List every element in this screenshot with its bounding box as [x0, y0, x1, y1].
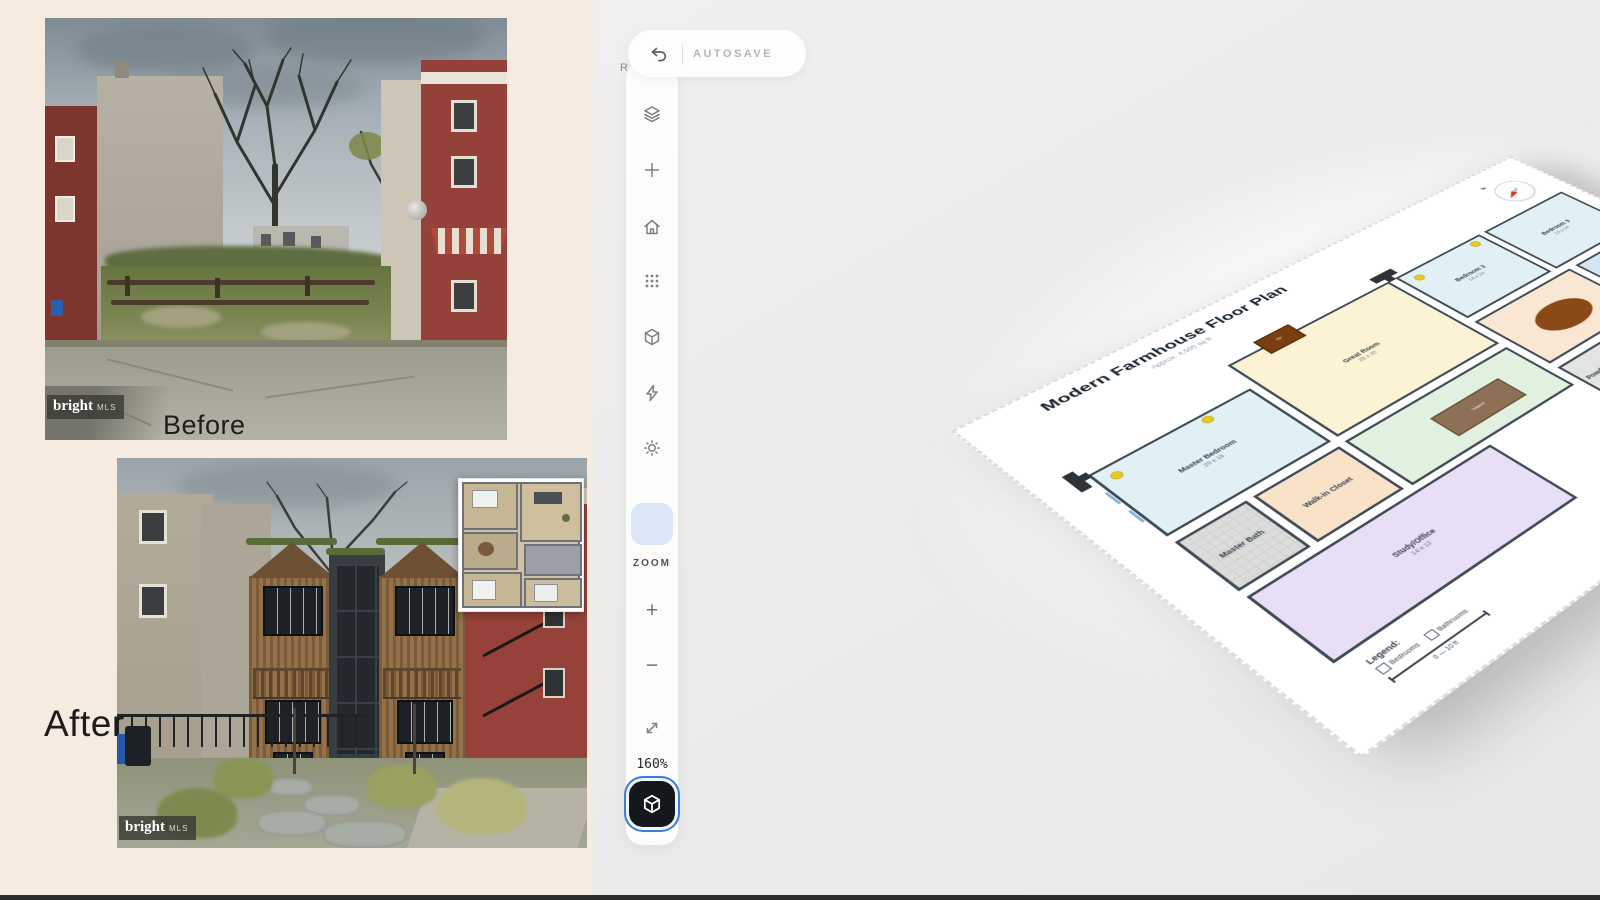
fence-post — [305, 276, 310, 296]
after-photo[interactable]: bright MLS — [117, 458, 587, 848]
flagstone — [323, 820, 407, 848]
flagstone — [267, 778, 313, 796]
dining-table — [1524, 292, 1600, 337]
effects-button[interactable] — [634, 375, 670, 411]
chimney — [1369, 269, 1398, 284]
app-window: bright MLS Before — [0, 0, 1600, 900]
right-brick-building — [421, 60, 507, 386]
watermark-suffix: MLS — [169, 824, 188, 833]
flagstone — [257, 810, 327, 836]
sapling — [293, 708, 296, 774]
inset-floorplan-image[interactable] — [458, 478, 584, 612]
layers-button[interactable] — [634, 96, 670, 132]
flash-icon — [642, 383, 662, 403]
trash-bin — [125, 726, 151, 766]
before-label: Before — [163, 410, 246, 440]
satellite-dish — [407, 200, 427, 220]
before-photo[interactable]: bright MLS Before — [45, 18, 507, 440]
blue-bin — [51, 300, 63, 316]
3d-view-toggle-button[interactable] — [629, 781, 675, 827]
3d-object-button[interactable] — [634, 319, 670, 355]
watermark-suffix: MLS — [97, 403, 116, 412]
brightness-icon — [642, 438, 662, 458]
room-name: Master Bedroom — [1177, 439, 1239, 475]
design-canvas[interactable]: Modern Farmhouse Floor Plan Approx. 4,50… — [593, 0, 1600, 900]
room-name: Walk-in Closet — [1301, 476, 1355, 509]
townhouse-left — [249, 576, 335, 788]
fit-screen-button[interactable] — [634, 710, 670, 746]
reference-panel: bright MLS Before — [0, 0, 593, 900]
apps-grid-icon — [642, 271, 662, 291]
tool-sidebar: ZOOM + − 160% — [626, 62, 678, 845]
cube-icon — [641, 793, 663, 815]
chimney — [1383, 275, 1396, 282]
undo-button[interactable] — [642, 37, 676, 71]
fence-rail — [107, 280, 375, 285]
sapling — [413, 704, 416, 774]
watermark-brand: bright — [53, 398, 93, 415]
apps-button[interactable] — [634, 263, 670, 299]
compass-needle — [1508, 183, 1522, 198]
fence-rail — [111, 300, 369, 305]
inset-floorplan-rooms — [464, 484, 578, 606]
home-button[interactable] — [634, 209, 670, 245]
expand-icon — [642, 718, 662, 738]
autosave-status: AUTOSAVE — [693, 48, 773, 60]
grass-tuft — [213, 758, 273, 798]
compass[interactable]: N — [1486, 177, 1543, 205]
add-button[interactable] — [634, 152, 670, 188]
townhouse-center — [329, 554, 385, 790]
zoom-level-readout[interactable]: 160% — [626, 756, 678, 773]
iron-fence — [117, 714, 367, 747]
room-name: Powder Room — [1584, 354, 1600, 381]
mls-watermark: bright MLS — [119, 816, 196, 840]
vacant-lot-grass — [101, 266, 391, 350]
plus-icon — [642, 160, 662, 180]
left-brick-building — [45, 106, 103, 378]
brightness-button[interactable] — [634, 430, 670, 466]
watermark-brand: bright — [125, 819, 165, 836]
top-toolbar: AUTOSAVE — [628, 30, 806, 77]
fence-post — [125, 276, 130, 296]
grass-tuft — [437, 778, 527, 834]
compass-north-label: N — [1479, 186, 1488, 190]
zoom-section-label: ZOOM — [626, 558, 678, 569]
undo-icon — [649, 44, 669, 64]
after-label: After — [44, 703, 125, 745]
bedrooms-checkbox[interactable] — [1375, 662, 1392, 675]
fence-post — [215, 278, 220, 298]
cube-icon — [642, 327, 662, 347]
bathrooms-checkbox[interactable] — [1423, 629, 1440, 641]
zoom-in-button[interactable]: + — [626, 598, 678, 624]
home-icon — [642, 217, 662, 237]
bottom-edge-bar — [0, 895, 1600, 900]
toolbar-divider — [682, 43, 683, 65]
highlight-swatch-button[interactable] — [631, 503, 673, 545]
mls-watermark: bright MLS — [47, 395, 124, 419]
grass-tuft — [367, 764, 437, 808]
zoom-out-button[interactable]: − — [626, 653, 678, 679]
layers-icon — [642, 104, 662, 124]
townhouse-right — [379, 576, 465, 788]
kitchen-island: Island — [1430, 378, 1527, 436]
striped-awning — [431, 228, 507, 254]
room-name: Master Bath — [1218, 529, 1268, 560]
